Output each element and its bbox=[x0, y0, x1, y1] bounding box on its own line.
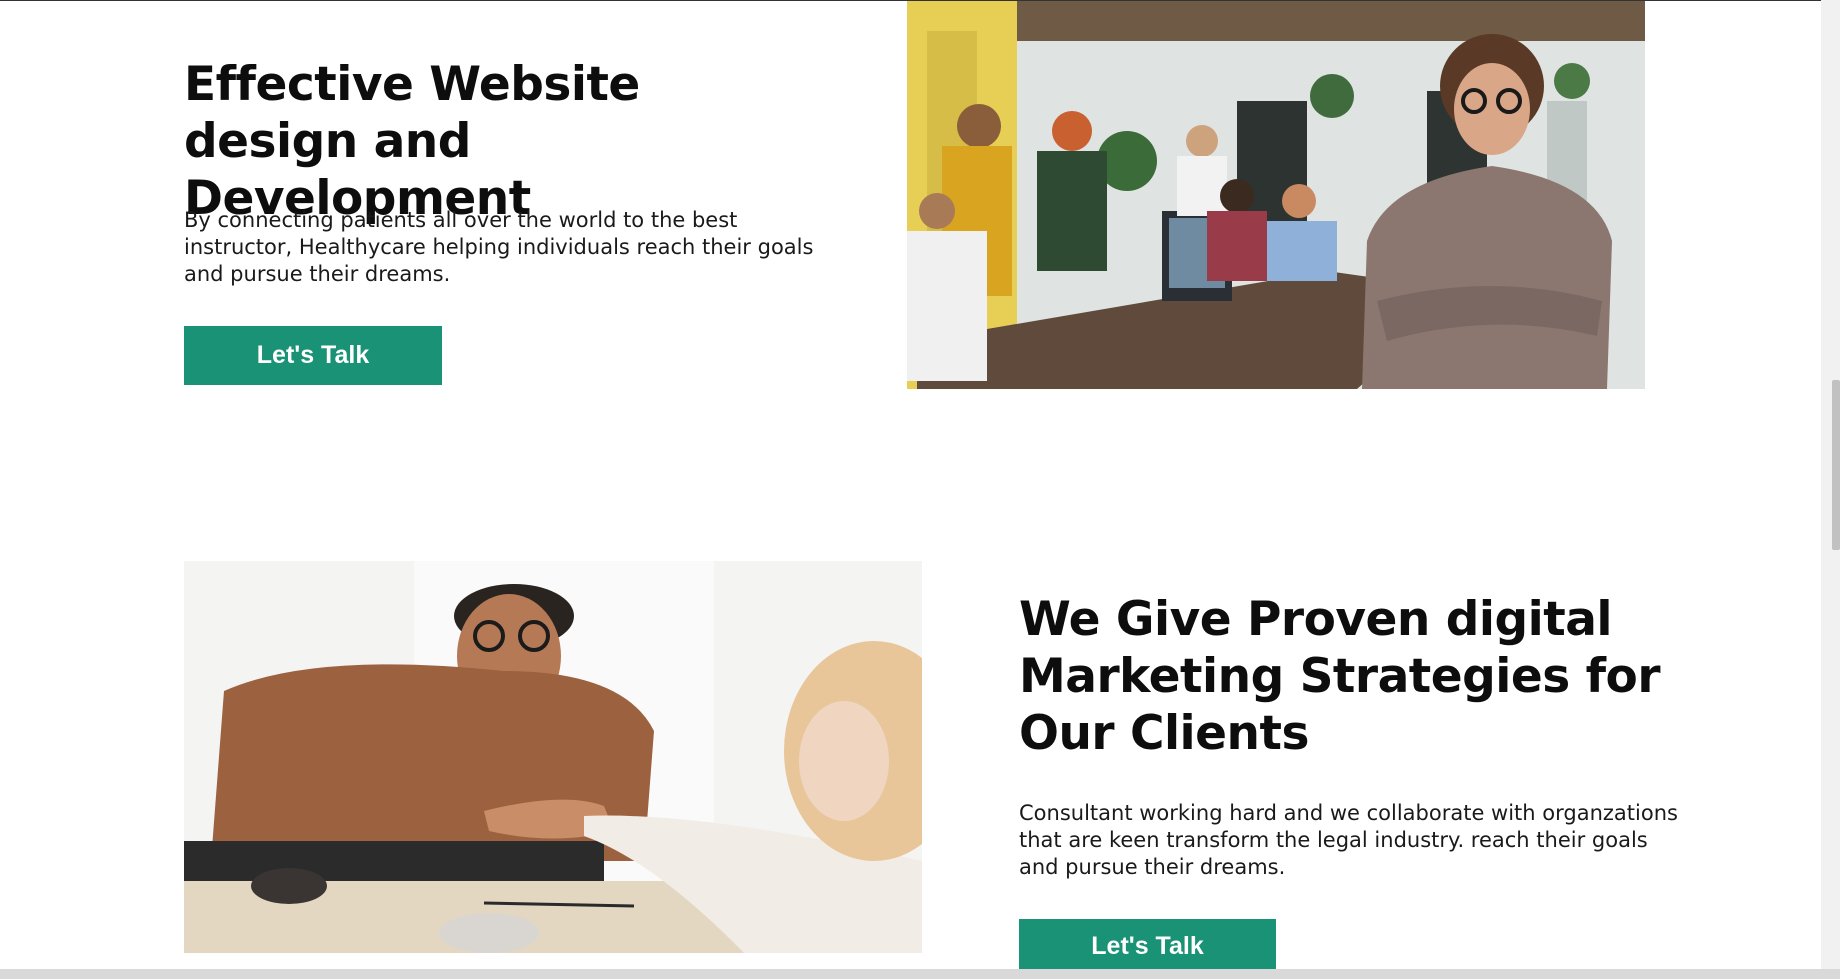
lets-talk-button-one[interactable]: Let's Talk bbox=[184, 326, 442, 385]
section-two-heading: We Give Proven digital Marketing Strateg… bbox=[1019, 592, 1661, 761]
handshake-image bbox=[184, 561, 922, 953]
page-viewport: Effective Website design and Development… bbox=[0, 0, 1821, 970]
section-two-description: Consultant working hard and we collabora… bbox=[1019, 801, 1678, 879]
section-one-description: By connecting patients all over the worl… bbox=[184, 208, 814, 286]
vertical-scrollbar-thumb[interactable] bbox=[1832, 380, 1840, 550]
lets-talk-button-two[interactable]: Let's Talk bbox=[1019, 919, 1276, 970]
section-one-heading: Effective Website design and Development bbox=[184, 57, 640, 226]
team-meeting-image bbox=[907, 1, 1645, 389]
horizontal-scrollbar[interactable] bbox=[0, 969, 1840, 979]
